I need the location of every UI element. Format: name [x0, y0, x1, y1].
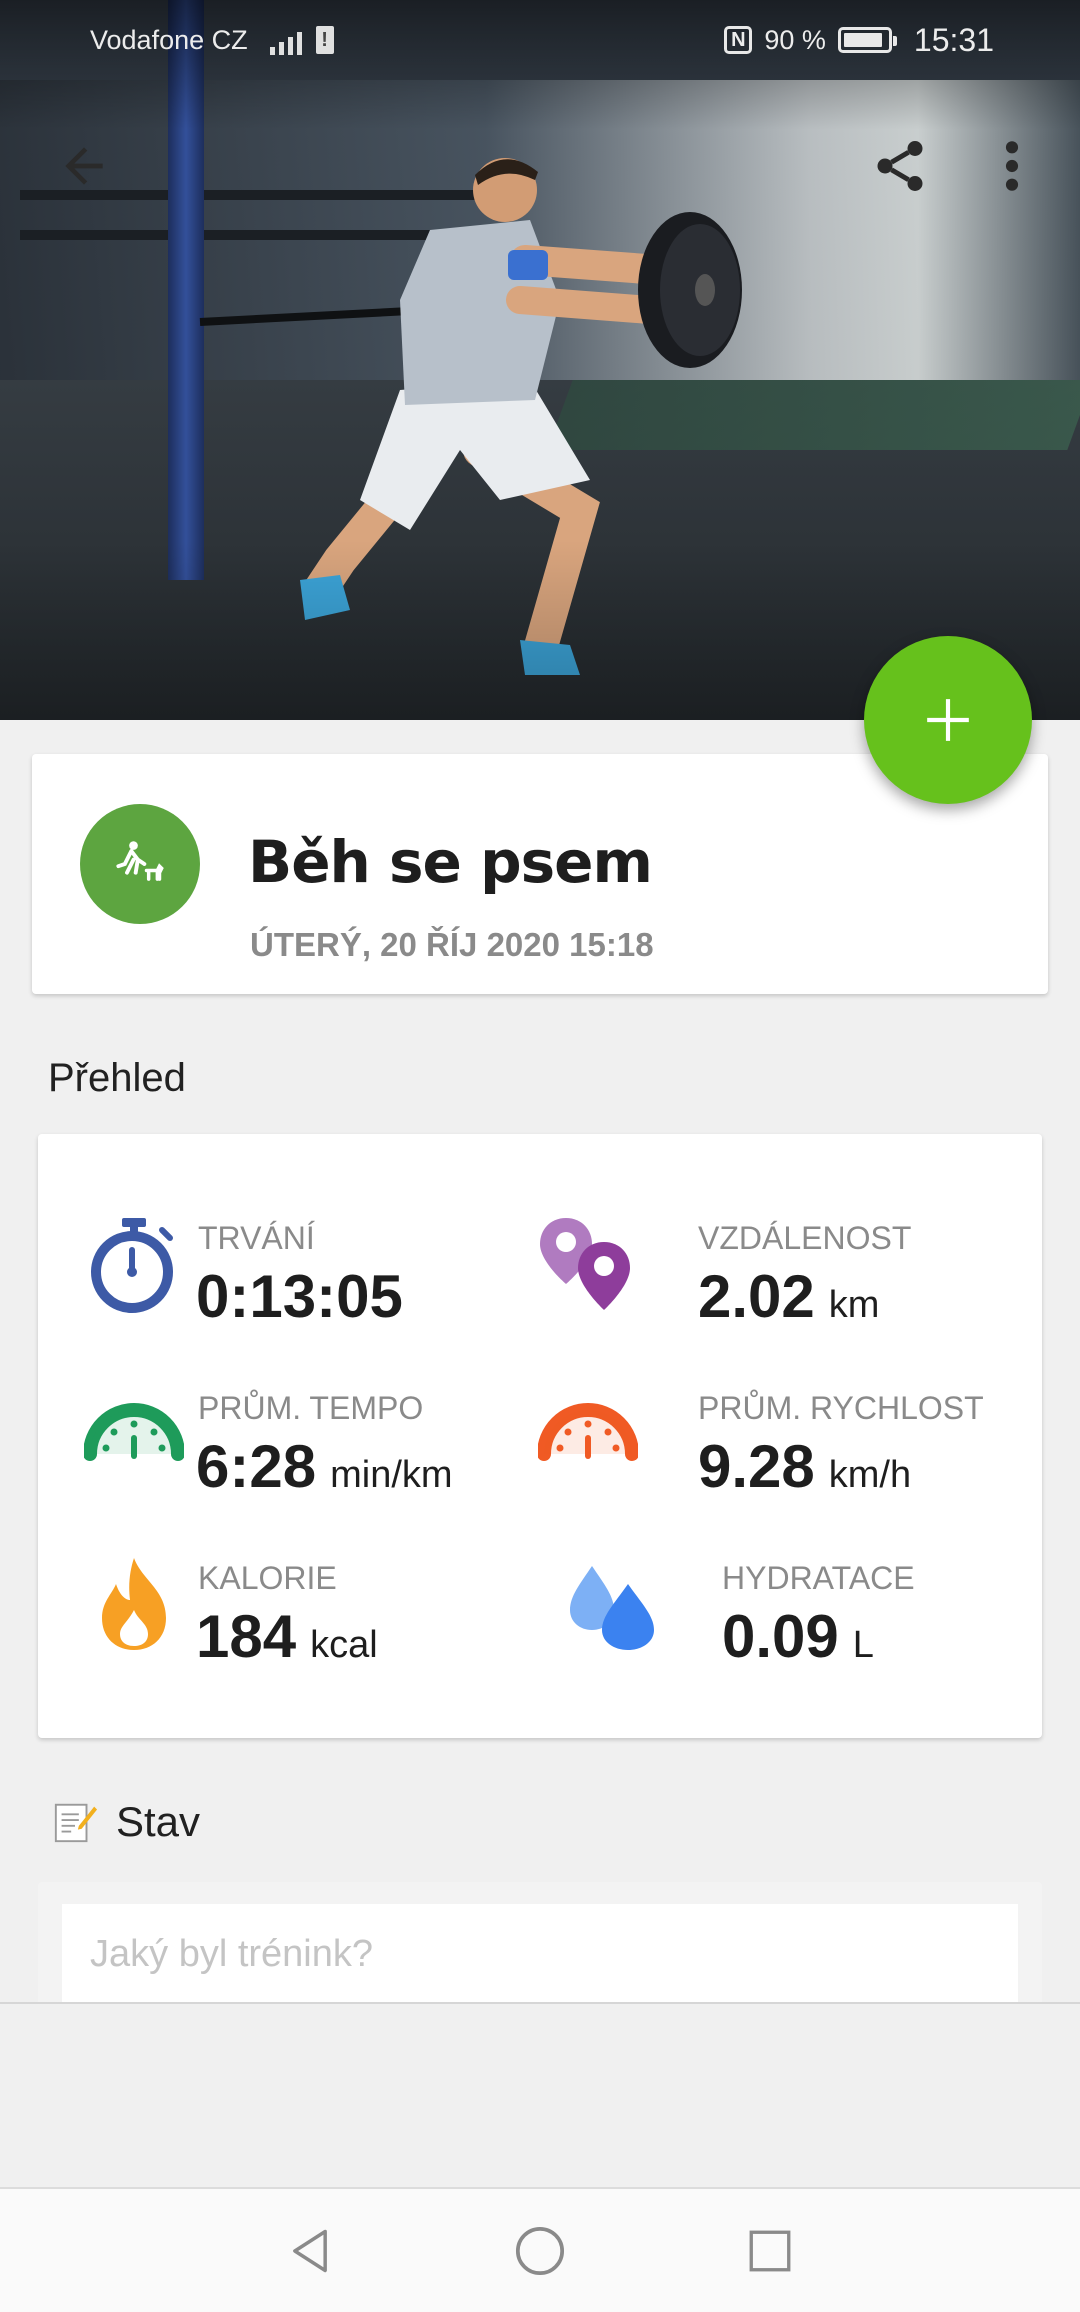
stat-distance-label: VZDÁLENOST — [698, 1220, 912, 1256]
stat-avg-pace-value: 6:28 min/km — [196, 1433, 453, 1500]
stat-distance-value: 2.02 km — [698, 1263, 880, 1330]
nav-home-icon — [515, 2226, 565, 2275]
nav-home-button[interactable] — [510, 2221, 570, 2281]
sim-alert-icon: ! — [315, 26, 334, 54]
stat-calories-label: KALORIE — [198, 1560, 337, 1596]
workout-header-card: Běh se psem ÚTERÝ, 20 ŘÍJ 2020 15:18 — [32, 754, 1048, 994]
nav-recents-button[interactable] — [740, 2221, 800, 2281]
share-icon — [877, 141, 923, 191]
workout-note-input[interactable] — [62, 1904, 1018, 2004]
note-pencil-icon — [54, 1803, 98, 1843]
flame-icon — [102, 1558, 166, 1650]
location-pins-icon — [540, 1218, 630, 1310]
water-drops-icon — [570, 1566, 654, 1650]
workout-title: Běh se psem — [248, 828, 653, 896]
dog-walk-icon — [80, 804, 200, 924]
stat-duration-value: 0:13:05 — [196, 1263, 403, 1330]
speedometer-icon — [84, 1403, 184, 1461]
status-label: Stav — [116, 1798, 201, 1845]
nav-back-button[interactable] — [280, 2221, 340, 2281]
stat-avg-speed-label: PRŮM. RYCHLOST — [698, 1390, 984, 1426]
plus-icon — [927, 699, 969, 741]
more-vert-icon — [1005, 141, 1019, 191]
system-nav-bar — [0, 2187, 1080, 2312]
signal-icon — [269, 25, 302, 55]
more-options-button[interactable] — [972, 126, 1052, 206]
stopwatch-icon — [91, 1218, 173, 1313]
share-button[interactable] — [860, 126, 940, 206]
nav-recents-icon — [749, 2230, 791, 2271]
stat-hydration-label: HYDRATACE — [722, 1560, 915, 1596]
status-bar: Vodafone CZ ! N 90 % 15:31 — [0, 0, 1080, 80]
battery-icon — [837, 27, 897, 53]
stat-duration-label: TRVÁNÍ — [198, 1220, 315, 1256]
stat-hydration-value: 0.09 L — [722, 1603, 874, 1670]
clock: 15:31 — [913, 21, 994, 58]
hero-image — [0, 0, 1080, 720]
status-section-header: Stav — [52, 1798, 200, 1846]
overview-heading: Přehled — [48, 1056, 186, 1100]
overview-card: TRVÁNÍ 0:13:05 VZDÁLENOST 2.02 km PRŮM. T… — [38, 1134, 1042, 1738]
nfc-icon: N — [724, 26, 753, 54]
stat-avg-speed-value: 9.28 km/h — [698, 1433, 912, 1500]
speedometer-icon — [538, 1403, 638, 1461]
stat-avg-pace-label: PRŮM. TEMPO — [198, 1390, 424, 1426]
nav-back-icon — [293, 2229, 327, 2272]
note-card — [38, 1882, 1042, 2004]
battery-percent: 90 % — [764, 24, 826, 55]
bottom-panel — [0, 2002, 1080, 2187]
workout-date: ÚTERÝ, 20 ŘÍJ 2020 15:18 — [250, 926, 654, 963]
arrow-back-icon — [65, 147, 103, 185]
add-button[interactable] — [864, 636, 1032, 804]
back-button[interactable] — [44, 126, 124, 206]
stat-calories-value: 184 kcal — [196, 1603, 378, 1670]
carrier-name: Vodafone CZ — [90, 24, 248, 55]
